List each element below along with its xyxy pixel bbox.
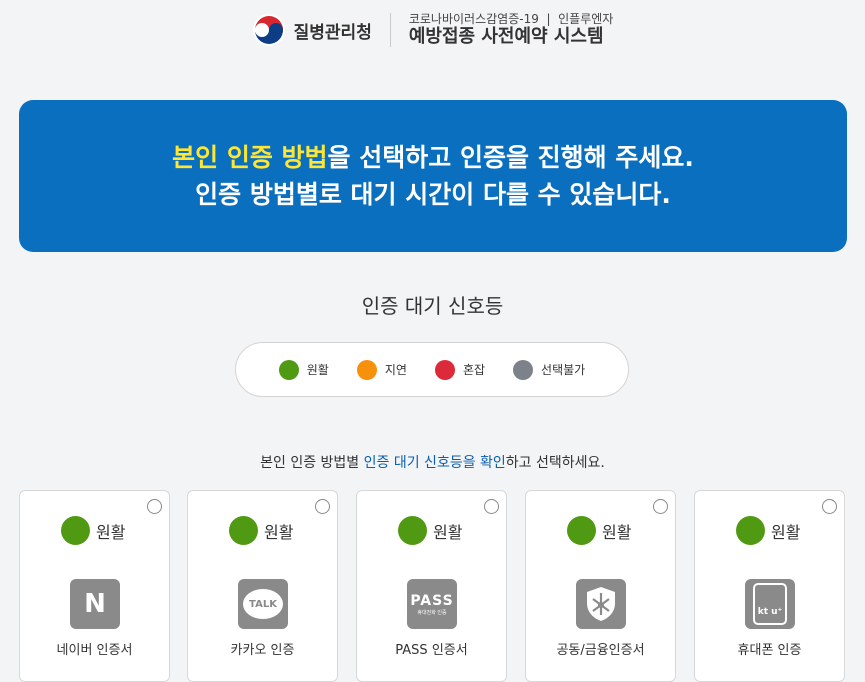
korea-government-logo bbox=[252, 14, 285, 46]
auth-card-mobile[interactable]: 원활 kt u⁺ 휴대폰 인증 bbox=[694, 490, 845, 682]
green-dot-icon bbox=[567, 516, 596, 545]
carrier-text: kt u⁺ bbox=[757, 607, 783, 617]
system-title: 예방접종 사전예약 시스템 bbox=[408, 25, 604, 47]
radio-button[interactable] bbox=[822, 499, 837, 514]
radio-button[interactable] bbox=[653, 499, 668, 514]
status-text: 원활 bbox=[771, 522, 801, 542]
selection-instruction: 본인 인증 방법별 인증 대기 신호등을 확인하고 선택하세요. bbox=[0, 452, 865, 472]
gray-dot-icon bbox=[513, 359, 534, 380]
auth-card-kakao[interactable]: 원활 TALK 카카오 인증 bbox=[187, 490, 338, 682]
banner-line-2: 인증 방법별로 대기 시간이 다를 수 있습니다. bbox=[195, 180, 671, 209]
naver-icon-letter: N bbox=[84, 589, 106, 619]
status-indicator: 원활 bbox=[229, 516, 293, 545]
status-indicator: 원활 bbox=[736, 516, 800, 545]
header: 질병관리청 코로나바이러스감염증-19 | 인플루엔자 예방접종 사전예약 시스… bbox=[0, 0, 865, 60]
radio-button[interactable] bbox=[315, 499, 330, 514]
certificate-shield-icon bbox=[576, 579, 626, 629]
instruction-suffix: 하고 선택하세요. bbox=[505, 455, 605, 471]
instruction-emphasis: 인증 대기 신호등을 확인 bbox=[363, 455, 506, 471]
legend-item-unavailable: 선택불가 bbox=[513, 359, 586, 380]
banner-line-1-rest: 을 선택하고 인증을 진행해 주세요. bbox=[327, 142, 694, 172]
auth-method-list: 원활 N 네이버 인증서 원활 TALK 카카오 인증 원활 PASS 휴대전화… bbox=[19, 490, 849, 682]
auth-card-pass[interactable]: 원활 PASS 휴대전화 인증 PASS 인증서 bbox=[356, 490, 507, 682]
auth-card-naver[interactable]: 원활 N 네이버 인증서 bbox=[19, 490, 170, 682]
banner-line-1: 본인 인증 방법을 선택하고 인증을 진행해 주세요. bbox=[172, 139, 694, 177]
green-dot-icon bbox=[229, 516, 258, 545]
legend-item-congested: 혼잡 bbox=[434, 359, 486, 380]
auth-method-label: 네이버 인증서 bbox=[56, 643, 133, 658]
instruction-prefix: 본인 인증 방법별 bbox=[260, 455, 364, 471]
speech-bubble-icon: TALK bbox=[243, 589, 283, 619]
status-indicator: 원활 bbox=[567, 516, 631, 545]
notice-banner: 본인 인증 방법을 선택하고 인증을 진행해 주세요. 인증 방법별로 대기 시… bbox=[19, 100, 847, 252]
auth-method-label: 휴대폰 인증 bbox=[737, 643, 802, 658]
green-dot-icon bbox=[61, 516, 90, 545]
naver-icon: N bbox=[70, 579, 120, 629]
auth-method-label: 카카오 인증 bbox=[230, 643, 295, 658]
kakao-icon-text: TALK bbox=[249, 598, 277, 610]
system-subtitle: 코로나바이러스감염증-19 | 인플루엔자 bbox=[408, 11, 614, 26]
mobile-phone-icon: kt u⁺ bbox=[745, 579, 795, 629]
system-title-block: 코로나바이러스감염증-19 | 인플루엔자 예방접종 사전예약 시스템 bbox=[408, 11, 614, 47]
green-dot-icon bbox=[278, 359, 299, 380]
banner-highlight: 본인 인증 방법 bbox=[172, 142, 328, 172]
radio-button[interactable] bbox=[484, 499, 499, 514]
shield-icon bbox=[587, 587, 615, 621]
green-dot-icon bbox=[736, 516, 765, 545]
legend-label: 원활 bbox=[306, 363, 329, 377]
orange-dot-icon bbox=[356, 359, 377, 380]
status-text: 원활 bbox=[264, 522, 294, 542]
pass-icon-text: PASS bbox=[410, 592, 454, 609]
green-dot-icon bbox=[398, 516, 427, 545]
auth-method-label: 공동/금융인증서 bbox=[556, 643, 645, 658]
status-text: 원활 bbox=[433, 522, 463, 542]
signal-legend: 원활 지연 혼잡 선택불가 bbox=[235, 342, 629, 397]
legend-label: 선택불가 bbox=[541, 363, 586, 377]
kakao-talk-icon: TALK bbox=[238, 579, 288, 629]
legend-item-delay: 지연 bbox=[356, 359, 407, 380]
status-text: 원활 bbox=[96, 522, 126, 542]
signal-title: 인증 대기 신호등 bbox=[361, 294, 504, 318]
status-text: 원활 bbox=[602, 522, 632, 542]
red-dot-icon bbox=[434, 359, 455, 380]
status-indicator: 원활 bbox=[61, 516, 125, 545]
pass-icon: PASS 휴대전화 인증 bbox=[407, 579, 457, 629]
agency-name: 질병관리청 bbox=[293, 22, 372, 43]
phone-outline-icon: kt u⁺ bbox=[753, 583, 787, 625]
legend-label: 지연 bbox=[384, 363, 407, 377]
legend-item-smooth: 원활 bbox=[278, 359, 329, 380]
legend-label: 혼잡 bbox=[462, 363, 486, 377]
radio-button[interactable] bbox=[147, 499, 162, 514]
pass-icon-subtext: 휴대전화 인증 bbox=[417, 609, 447, 616]
status-indicator: 원활 bbox=[398, 516, 462, 545]
header-divider bbox=[389, 13, 391, 47]
auth-method-label: PASS 인증서 bbox=[395, 643, 468, 658]
auth-card-certificate[interactable]: 원활 공동/금융인증서 bbox=[525, 490, 676, 682]
agency-logo-block[interactable]: 질병관리청 bbox=[252, 13, 372, 47]
